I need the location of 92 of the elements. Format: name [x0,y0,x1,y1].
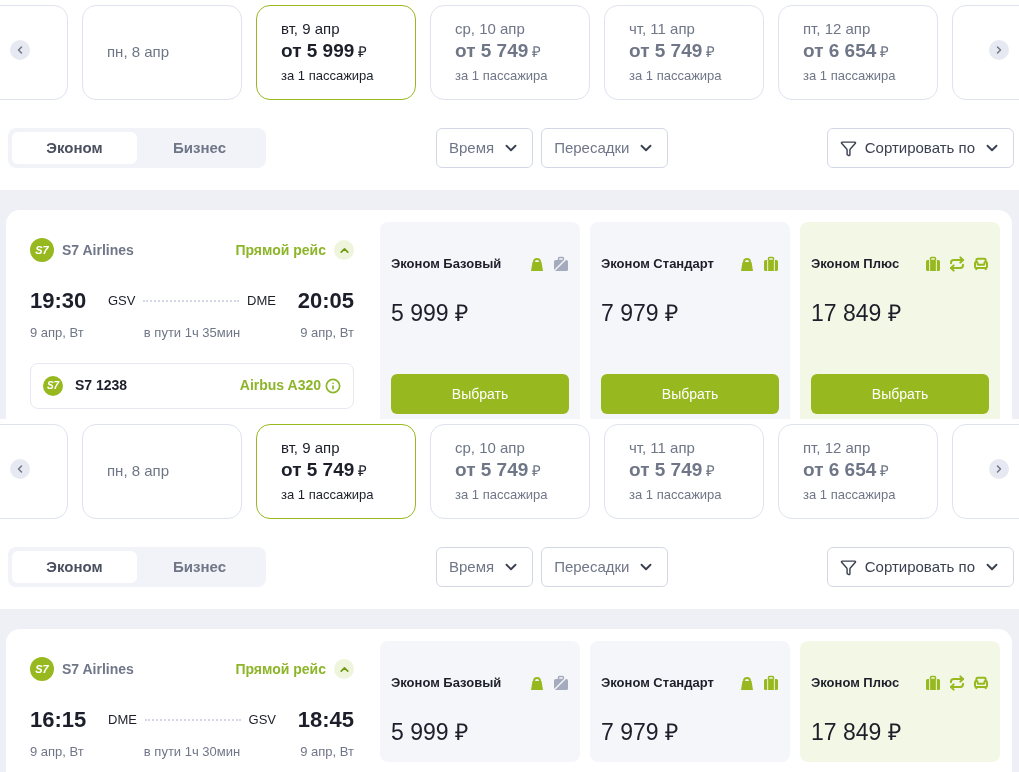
passenger-note: за 1 пассажира [281,67,375,85]
filter-icon [839,139,857,157]
passenger-note: за 1 пассажира [455,486,549,504]
date-card[interactable]: ср, 10 апр от 5 749 ₽ за 1 пассажира [430,5,590,100]
aircraft-model: Airbus A320 [239,376,321,395]
date-card[interactable]: пн, 8 апр [82,424,242,519]
date-card[interactable]: пт, 12 апр от 6 654 ₽ за 1 пассажира [778,424,938,519]
fare-name: Эконом Плюс [811,255,900,273]
date-card[interactable]: чт, 11 апр от 5 749 ₽ за 1 пассажира [604,424,764,519]
date-price: от 6 654 [803,39,877,63]
filter-dropdown[interactable]: Пересадки [541,128,669,168]
date-card[interactable]: вт, 9 апр от 5 749 ₽ за 1 пассажира [256,424,416,519]
filter-dropdown[interactable]: Время [436,547,534,587]
filter-icon [839,558,857,576]
collapse-button[interactable] [334,240,354,260]
date-price: от 5 749 [455,458,529,482]
passenger-note: за 1 пассажира [629,67,723,85]
date-label: ср, 10 апр [455,438,526,458]
departure-time: 19:30 [30,287,88,315]
airline-name: S7 Airlines [62,659,134,679]
date-card[interactable]: чт, 11 апр от 5 749 ₽ за 1 пассажира [604,5,764,100]
passenger-note: за 1 пассажира [803,486,897,504]
arrival-time: 18:45 [296,706,354,734]
fare-price: 7 979 ₽ [601,717,679,747]
fare-name: Эконом Плюс [811,674,900,692]
currency-sign: ₽ [358,42,368,62]
date-card[interactable]: вт, 9 апр от 5 999 ₽ за 1 пассажира [256,5,416,100]
airline-logo: S7 [30,238,54,262]
departure-date: 9 апр, Вт [30,324,84,342]
fare-price: 17 849 ₽ [811,717,902,747]
sort-dropdown[interactable]: Сортировать по [826,547,1014,587]
date-label: пт, 12 апр [803,438,872,458]
departure-time: 16:15 [30,706,88,734]
date-card[interactable]: пт, 12 апр от 6 654 ₽ за 1 пассажира [778,5,938,100]
date-price: от 5 999 [281,39,355,63]
passenger-note: за 1 пассажира [629,486,723,504]
currency-sign: ₽ [532,42,542,62]
arrival-date: 9 апр, Вт [300,324,354,342]
date-label: чт, 11 апр [629,19,696,39]
passenger-note: за 1 пассажира [803,67,897,85]
fare-price: 17 849 ₽ [811,298,902,328]
destination-code: GSV [248,710,276,729]
arrival-time: 20:05 [296,287,354,315]
currency-sign: ₽ [880,461,890,481]
date-price: от 5 749 [455,39,529,63]
currency-sign: ₽ [358,461,368,481]
fare-name: Эконом Базовый [391,674,502,692]
airline-name: S7 Airlines [62,240,134,260]
date-card[interactable]: пн, 8 апр [82,5,242,100]
fare-price: 7 979 ₽ [601,298,679,328]
info-icon[interactable] [325,377,341,394]
date-label: ср, 10 апр [455,19,526,39]
currency-sign: ₽ [880,42,890,62]
flight-duration: в пути 1ч 35мин [143,324,241,342]
fare-price: 5 999 ₽ [391,717,469,747]
date-price: от 6 654 [803,458,877,482]
passenger-note: за 1 пассажира [455,67,549,85]
fare-price: 5 999 ₽ [391,298,469,328]
flight-duration: в пути 1ч 30мин [143,743,241,761]
currency-sign: ₽ [532,461,542,481]
date-label: чт, 11 апр [629,438,696,458]
currency-sign: ₽ [706,461,716,481]
origin-code: GSV [108,291,136,310]
filter-dropdown[interactable]: Пересадки [541,547,669,587]
date-label: вт, 9 апр [281,438,341,458]
filter-dropdown[interactable]: Время [436,128,534,168]
fare-name: Эконом Стандарт [601,674,714,692]
destination-code: DME [247,291,276,310]
date-card[interactable]: ср, 10 апр от 5 749 ₽ за 1 пассажира [430,424,590,519]
date-label: пт, 12 апр [803,19,872,39]
class-tab[interactable]: Бизнес [137,551,262,583]
airline-logo: S7 [43,375,63,396]
sort-dropdown[interactable]: Сортировать по [826,128,1014,168]
currency-sign: ₽ [706,42,716,62]
departure-date: 9 апр, Вт [30,743,84,761]
class-tab[interactable]: Эконом [12,551,137,583]
date-price: от 5 749 [281,458,355,482]
arrival-date: 9 апр, Вт [300,743,354,761]
class-tab[interactable]: Бизнес [137,132,262,164]
date-price: от 5 749 [629,39,703,63]
collapse-button[interactable] [334,659,354,679]
direct-flight-label: Прямой рейс [235,240,326,260]
airline-logo: S7 [30,657,54,681]
class-tab[interactable]: Эконом [12,132,137,164]
date-label: вт, 9 апр [281,19,341,39]
origin-code: DME [108,710,137,729]
fare-name: Эконом Базовый [391,255,502,273]
fare-name: Эконом Стандарт [601,255,714,273]
flight-number: S7 1238 [75,376,128,395]
passenger-note: за 1 пассажира [281,486,375,504]
date-price: от 5 749 [629,458,703,482]
direct-flight-label: Прямой рейс [235,659,326,679]
